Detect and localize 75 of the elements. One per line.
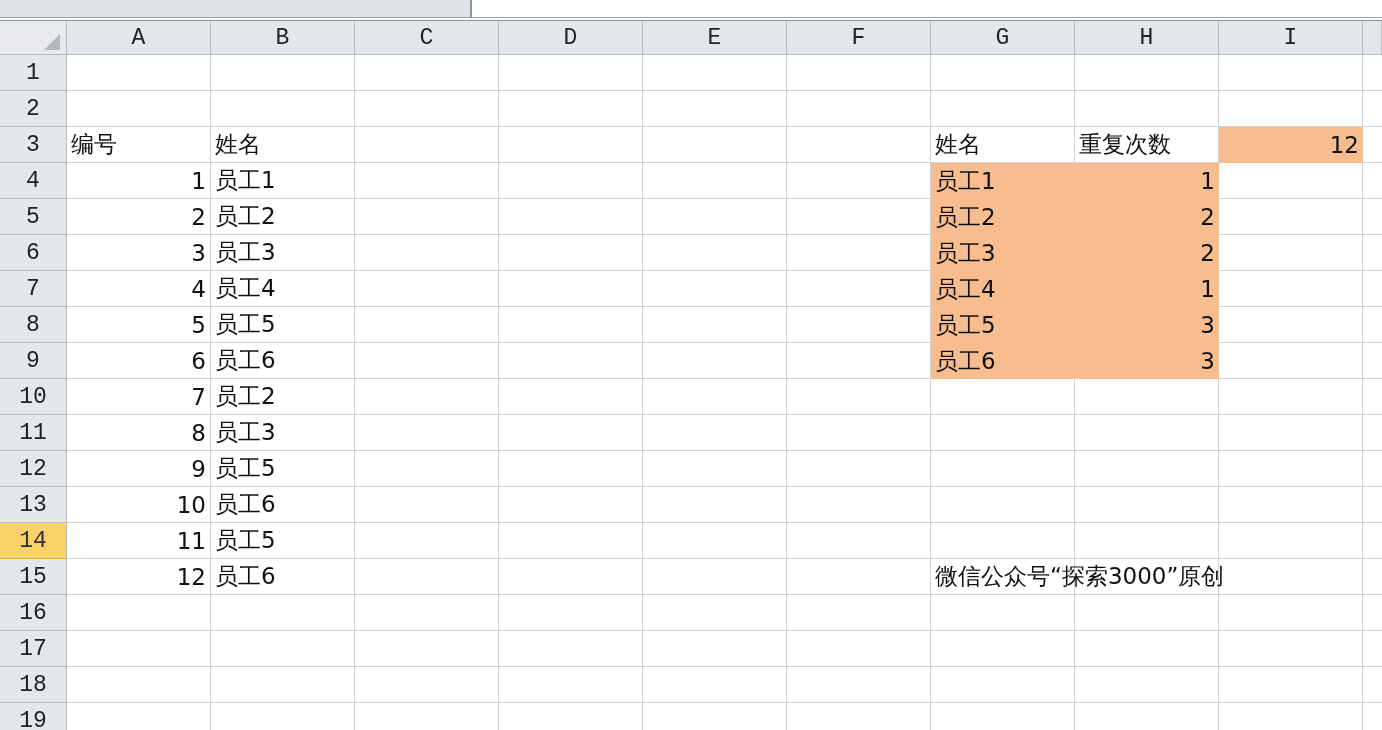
row-header[interactable]: 12 <box>0 451 67 487</box>
table-cell-text: 7 <box>190 382 207 412</box>
table-cell: 员工4 <box>931 271 1075 307</box>
column-header[interactable]: E <box>643 21 787 55</box>
table-cell-text: 9 <box>190 454 207 484</box>
table-cell-text: 微信公众号“探索3000”原创 <box>934 562 1226 591</box>
row-header[interactable]: 18 <box>0 667 67 703</box>
table-cell-text: 6 <box>190 346 207 376</box>
row-header[interactable]: 5 <box>0 199 67 235</box>
table-cell: 1 <box>1075 163 1219 199</box>
column-header[interactable]: G <box>931 21 1075 55</box>
column-header[interactable]: D <box>499 21 643 55</box>
table-cell-text: 员工5 <box>214 454 277 483</box>
table-cell-text: 员工3 <box>214 238 277 267</box>
name-box[interactable] <box>0 0 472 17</box>
column-header[interactable] <box>1363 21 1382 55</box>
table-cell-text: 3 <box>190 238 207 268</box>
table-cell-text: 2 <box>190 202 207 232</box>
table-cell-text: 编号 <box>70 130 118 159</box>
table-cell-text: 姓名 <box>214 130 262 159</box>
table-cell-text: 11 <box>175 526 207 556</box>
row-header[interactable]: 10 <box>0 379 67 415</box>
table-cell-text: 员工6 <box>214 346 277 375</box>
table-cell: 员工5 <box>931 307 1075 343</box>
row-header[interactable]: 16 <box>0 595 67 631</box>
table-cell: 2 <box>1075 235 1219 271</box>
table-cell-text: 员工2 <box>214 382 277 411</box>
table-cell: 1 <box>1075 271 1219 307</box>
table-cell-text: 员工5 <box>214 310 277 339</box>
row-header[interactable]: 8 <box>0 307 67 343</box>
table-cell: 12 <box>1219 127 1363 163</box>
row-header[interactable]: 13 <box>0 487 67 523</box>
column-header[interactable]: A <box>67 21 211 55</box>
row-header[interactable]: 1 <box>0 55 67 91</box>
table-cell-text: 员工6 <box>214 562 277 591</box>
table-cell-text: 12 <box>175 562 207 592</box>
table-cell: 3 <box>1075 307 1219 343</box>
table-cell-text: 8 <box>190 418 207 448</box>
row-header[interactable]: 4 <box>0 163 67 199</box>
table-cell-text: 10 <box>175 490 207 520</box>
table-cell: 员工2 <box>931 199 1075 235</box>
table-cell: 员工6 <box>931 343 1075 379</box>
row-header[interactable]: 11 <box>0 415 67 451</box>
table-cell-text: 4 <box>190 274 207 304</box>
table-cell-text: 员工6 <box>214 490 277 519</box>
table-cell: 3 <box>1075 343 1219 379</box>
table-cell-text: 员工4 <box>214 274 277 303</box>
row-header[interactable]: 19 <box>0 703 67 730</box>
table-cell: 2 <box>1075 199 1219 235</box>
row-header[interactable]: 14 <box>0 523 67 559</box>
column-header[interactable]: F <box>787 21 931 55</box>
table-cell-text: 员工1 <box>214 166 277 195</box>
column-header[interactable]: B <box>211 21 355 55</box>
table-cell-text: 5 <box>190 310 207 340</box>
formula-bar[interactable] <box>472 0 1382 17</box>
row-header[interactable]: 7 <box>0 271 67 307</box>
table-cell: 员工1 <box>931 163 1075 199</box>
select-all-button[interactable] <box>0 21 67 55</box>
table-cell-text: 员工3 <box>214 418 277 447</box>
row-header[interactable]: 9 <box>0 343 67 379</box>
row-header[interactable]: 17 <box>0 631 67 667</box>
table-cell-text: 员工5 <box>214 526 277 555</box>
table-cell-text: 1 <box>190 166 207 196</box>
row-header[interactable]: 6 <box>0 235 67 271</box>
column-header[interactable]: I <box>1219 21 1363 55</box>
column-header[interactable]: H <box>1075 21 1219 55</box>
table-cell-text: 员工2 <box>214 202 277 231</box>
row-header[interactable]: 3 <box>0 127 67 163</box>
row-header[interactable]: 15 <box>0 559 67 595</box>
table-cell: 员工3 <box>931 235 1075 271</box>
column-header[interactable]: C <box>355 21 499 55</box>
table-cell-text: 重复次数 <box>1078 130 1172 159</box>
corner-triangle-icon <box>44 34 60 50</box>
table-cell-text: 姓名 <box>934 130 982 159</box>
row-header[interactable]: 2 <box>0 91 67 127</box>
